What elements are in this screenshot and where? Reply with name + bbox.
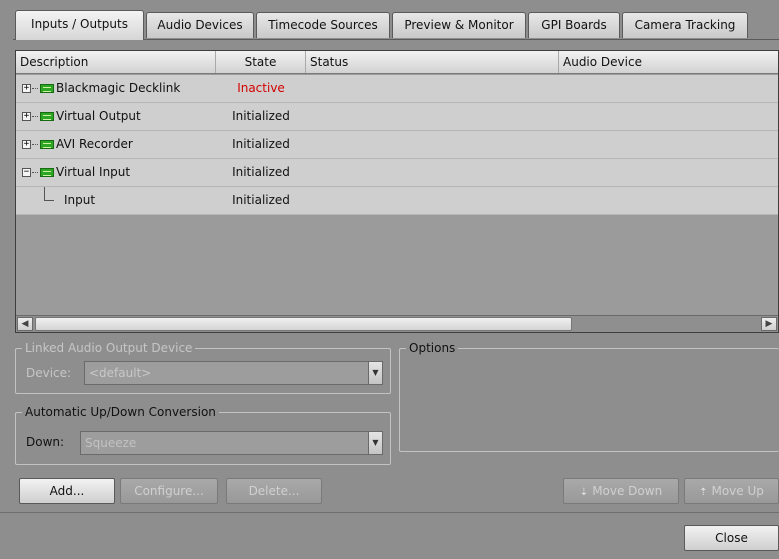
row-description: Virtual Output: [56, 109, 141, 123]
table-row[interactable]: + AVI Recorder Initialized: [16, 131, 778, 159]
column-header-status[interactable]: Status: [306, 51, 559, 73]
delete-button[interactable]: Delete...: [226, 478, 322, 504]
configure-button[interactable]: Configure...: [120, 478, 218, 504]
arrow-down-icon: ⇣: [579, 487, 589, 498]
close-button[interactable]: Close: [684, 525, 779, 551]
tab-camera-tracking[interactable]: Camera Tracking: [622, 12, 748, 38]
row-state: Initialized: [232, 137, 290, 151]
table-row[interactable]: Input Initialized: [16, 187, 778, 215]
horizontal-scrollbar[interactable]: ◀ ▶: [16, 315, 778, 332]
device-select[interactable]: <default> ▼: [84, 361, 383, 385]
row-description: Virtual Input: [56, 165, 131, 179]
conversion-group: Automatic Up/Down Conversion Down: Squee…: [15, 405, 391, 465]
row-state: Inactive: [237, 81, 285, 95]
move-up-label: Move Up: [711, 484, 764, 498]
row-state: Initialized: [232, 193, 290, 207]
add-button[interactable]: Add...: [19, 478, 115, 504]
io-device-tree[interactable]: Description State Status Audio Device + …: [15, 50, 779, 333]
row-state: Initialized: [232, 109, 290, 123]
tree-branch: [32, 172, 38, 173]
tab-label: GPI Boards: [541, 18, 607, 32]
tree-branch: [32, 116, 38, 117]
scrollbar-thumb[interactable]: [35, 317, 572, 331]
scroll-right-icon[interactable]: ▶: [761, 317, 777, 331]
collapse-toggle-icon[interactable]: −: [22, 168, 31, 177]
device-board-icon: [40, 140, 54, 149]
group-title: Linked Audio Output Device: [22, 341, 196, 355]
tab-label: Timecode Sources: [268, 18, 378, 32]
row-state: Initialized: [232, 165, 290, 179]
tree-branch: [44, 187, 45, 201]
tab-timecode-sources[interactable]: Timecode Sources: [256, 12, 390, 38]
chevron-down-icon[interactable]: ▼: [368, 362, 382, 384]
column-header-audio-device[interactable]: Audio Device: [559, 51, 778, 73]
table-header: Description State Status Audio Device: [16, 51, 778, 74]
tab-label: Preview & Monitor: [404, 18, 514, 32]
arrow-up-icon: ⇡: [699, 487, 708, 498]
tab-label: Camera Tracking: [634, 18, 736, 32]
tab-label: Audio Devices: [157, 18, 243, 32]
tree-branch: [44, 200, 54, 201]
device-board-icon: [40, 168, 54, 177]
group-title: Options: [406, 341, 459, 355]
device-board-icon: [40, 112, 54, 121]
table-row[interactable]: + Blackmagic Decklink Inactive: [16, 75, 778, 103]
expand-toggle-icon[interactable]: +: [22, 112, 31, 121]
column-header-description[interactable]: Description: [16, 51, 216, 73]
tree-branch: [32, 144, 38, 145]
move-down-button[interactable]: ⇣ Move Down: [563, 478, 679, 504]
chevron-down-icon[interactable]: ▼: [368, 432, 382, 454]
device-label: Device:: [26, 366, 72, 380]
tab-preview-monitor[interactable]: Preview & Monitor: [392, 12, 526, 38]
expand-toggle-icon[interactable]: +: [22, 140, 31, 149]
tab-audio-devices[interactable]: Audio Devices: [146, 12, 254, 38]
linked-audio-group: Linked Audio Output Device Device: <defa…: [15, 341, 391, 394]
table-row[interactable]: − Virtual Input Initialized: [16, 159, 778, 187]
options-group: Options: [399, 341, 779, 452]
device-value: <default>: [89, 366, 152, 380]
down-value: Squeeze: [85, 436, 137, 450]
tab-gpi-boards[interactable]: GPI Boards: [528, 12, 620, 38]
scroll-left-icon[interactable]: ◀: [17, 317, 33, 331]
dialog-footer: [0, 512, 779, 559]
move-up-button[interactable]: ⇡ Move Up: [684, 478, 779, 504]
down-label: Down:: [26, 435, 65, 449]
tab-label: Inputs / Outputs: [31, 17, 128, 31]
device-board-icon: [40, 84, 54, 93]
expand-toggle-icon[interactable]: +: [22, 84, 31, 93]
column-header-state[interactable]: State: [216, 51, 306, 73]
row-description: Input: [64, 193, 96, 207]
group-title: Automatic Up/Down Conversion: [22, 405, 219, 419]
down-select[interactable]: Squeeze ▼: [80, 431, 383, 455]
tree-branch: [32, 88, 38, 89]
table-row[interactable]: + Virtual Output Initialized: [16, 103, 778, 131]
row-description: AVI Recorder: [56, 137, 133, 151]
tab-inputs-outputs[interactable]: Inputs / Outputs: [15, 10, 144, 40]
move-down-label: Move Down: [592, 484, 663, 498]
row-description: Blackmagic Decklink: [56, 81, 181, 95]
